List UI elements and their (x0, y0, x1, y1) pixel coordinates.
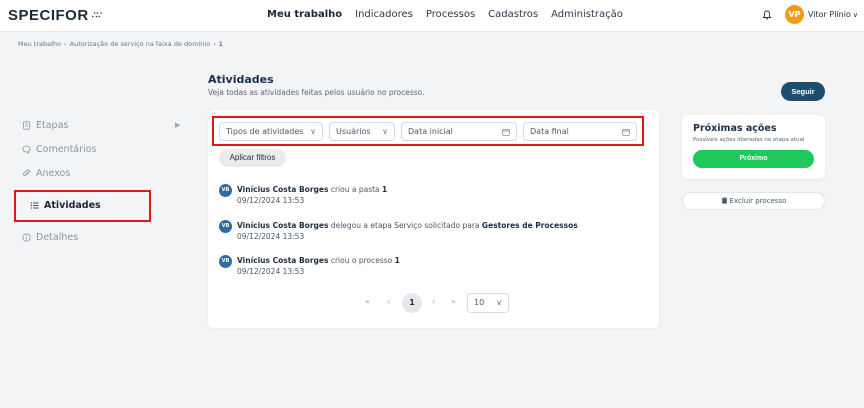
paperclip-icon (22, 169, 30, 176)
follow-button[interactable]: Seguir (781, 82, 825, 101)
user-menu[interactable]: Vitor Plinio ∨ (808, 10, 858, 19)
last-page-button[interactable]: » (451, 297, 456, 306)
activity-target-link[interactable]: 1 (382, 185, 387, 194)
user-name: Vitor Plinio (808, 10, 851, 19)
activity-target-link[interactable]: 1 (395, 256, 400, 265)
user-avatar: VB (219, 255, 232, 268)
chevron-down-icon: ∨ (852, 11, 858, 19)
highlight-box-filters (212, 116, 644, 146)
nav-indicadores[interactable]: Indicadores (355, 9, 413, 20)
breadcrumb-current: 1 (218, 40, 223, 48)
document-icon (23, 121, 30, 130)
activity-user: Vinícius Costa Borges (237, 185, 329, 194)
next-page-button[interactable]: › (432, 297, 435, 306)
breadcrumb-separator-icon: › (64, 40, 67, 48)
sidebar-item-anexos[interactable]: Anexos (22, 168, 70, 179)
page-title: Atividades (208, 73, 274, 86)
breadcrumb-process[interactable]: Autorização de serviço na faixa de domín… (70, 40, 211, 48)
nav-cadastros[interactable]: Cadastros (488, 9, 538, 20)
page-button-current[interactable]: 1 (402, 293, 422, 313)
activity-date: 09/12/2024 13:53 (237, 267, 305, 276)
logo-mark-icon: ∴∵ (91, 10, 103, 20)
nav-administracao[interactable]: Administração (551, 9, 623, 20)
sidebar-item-label: Comentários (36, 144, 97, 155)
nav-processos[interactable]: Processos (426, 9, 475, 20)
delete-process-label: Excluir processo (729, 197, 787, 205)
sidebar-item-detalhes[interactable]: Detalhes (22, 232, 78, 243)
activity-action: criou a pasta (330, 185, 380, 194)
chat-icon (22, 145, 31, 154)
next-actions-title: Próximas ações (693, 123, 777, 134)
activity-date: 09/12/2024 13:53 (237, 232, 305, 241)
page-size-select[interactable]: 10 ∨ (467, 293, 509, 313)
chevron-right-icon[interactable]: ▶ (175, 121, 180, 129)
top-navbar: SPECIFOR ∴∵ Meu trabalho Indicadores Proc… (0, 0, 864, 32)
chevron-down-icon: ∨ (496, 298, 502, 307)
activity-text: Vinícius Costa Borges criou a pasta 1 (237, 185, 387, 194)
page-size-value: 10 (474, 298, 485, 307)
activity-text: Vinícius Costa Borges delegou a etapa Se… (237, 221, 578, 230)
next-button[interactable]: Próximo (693, 150, 814, 168)
user-avatar: VB (219, 220, 232, 233)
sidebar-item-label: Anexos (36, 168, 71, 179)
logo[interactable]: SPECIFOR ∴∵ (8, 7, 103, 24)
activity-user: Vinícius Costa Borges (237, 221, 329, 230)
sidebar-item-comentarios[interactable]: Comentários (22, 144, 96, 155)
first-page-button[interactable]: « (365, 297, 370, 306)
sidebar-item-label: Etapas (36, 120, 69, 131)
highlight-box-sidebar (14, 190, 151, 222)
user-avatar: VB (219, 184, 232, 197)
apply-filters-button[interactable]: Aplicar filtros (219, 149, 286, 167)
breadcrumb-separator-icon: › (213, 40, 216, 48)
activity-date: 09/12/2024 13:53 (237, 196, 305, 205)
next-actions-subtitle: Possíveis ações liberadas na etapa atual (693, 137, 805, 143)
activity-text: Vinícius Costa Borges criou o processo 1 (237, 256, 400, 265)
prev-page-button[interactable]: ‹ (387, 297, 390, 306)
breadcrumb-home[interactable]: Meu trabalho (18, 40, 61, 48)
main-nav: Meu trabalho Indicadores Processos Cadas… (267, 9, 623, 20)
info-icon (22, 233, 31, 242)
nav-meu-trabalho[interactable]: Meu trabalho (267, 9, 342, 20)
activity-user: Vinícius Costa Borges (237, 256, 329, 265)
sidebar-item-label: Detalhes (36, 232, 79, 243)
trash-icon (721, 197, 727, 204)
activity-action: delegou a etapa Serviço solicitado para (330, 221, 480, 230)
user-avatar[interactable]: VP (785, 5, 804, 24)
delete-process-button[interactable]: Excluir processo (682, 192, 825, 210)
activity-target-link[interactable]: Gestores de Processos (482, 221, 578, 230)
activity-action: criou o processo (330, 256, 393, 265)
page-subtitle: Veja todas as atividades feitas pelos us… (208, 88, 425, 97)
bell-icon[interactable] (762, 10, 772, 20)
sidebar-item-etapas[interactable]: Etapas (22, 120, 68, 131)
breadcrumb: Meu trabalho › Autorização de serviço na f… (18, 40, 223, 48)
